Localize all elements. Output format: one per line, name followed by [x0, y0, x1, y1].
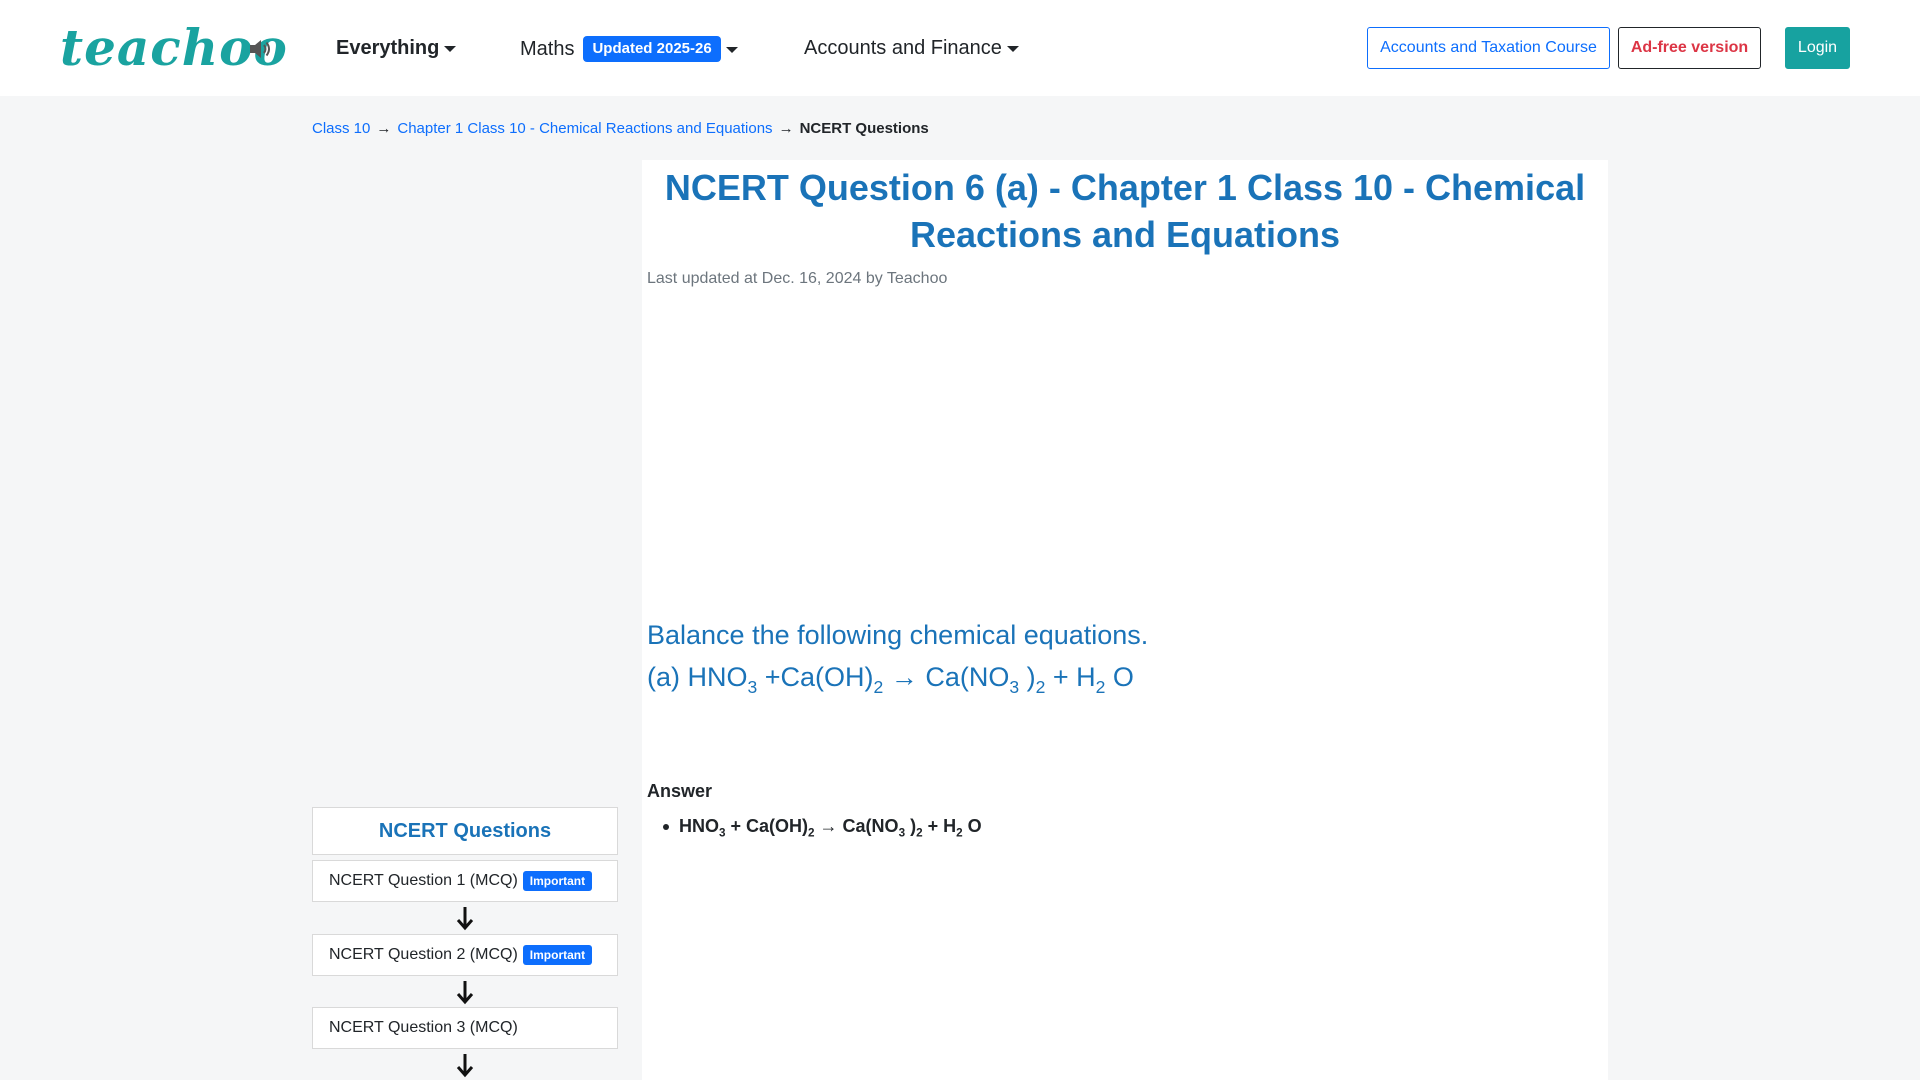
important-badge: Important: [522, 871, 593, 891]
accounts-course-button[interactable]: Accounts and Taxation Course: [1367, 27, 1610, 69]
nav-everything-label: Everything: [336, 37, 440, 59]
top-navbar: teachoo Everything Maths Updated 2025-26…: [0, 0, 1920, 96]
sidebar-heading[interactable]: NCERT Questions: [312, 807, 618, 855]
question-equation: (a) HNO3 +Ca(OH)2 → Ca(NO3 )2 + H2 O: [647, 662, 1134, 698]
nav-accounts-dropdown[interactable]: Accounts and Finance: [804, 36, 1019, 60]
sidebar-item-label: NCERT Question 3 (MCQ): [329, 1019, 518, 1036]
speaker-icon[interactable]: [248, 38, 272, 60]
breadcrumb-current: NCERT Questions: [799, 120, 929, 137]
sidebar-item-label: NCERT Question 2 (MCQ): [329, 946, 518, 963]
nav-everything-dropdown[interactable]: Everything: [336, 36, 457, 60]
sidebar-item-label: NCERT Question 1 (MCQ): [329, 872, 518, 889]
article-content: NCERT Question 6 (a) - Chapter 1 Class 1…: [642, 160, 1608, 1080]
nav-maths-dropdown[interactable]: Maths Updated 2025-26: [520, 36, 738, 62]
breadcrumb-separator: →: [778, 120, 794, 137]
breadcrumb-chapter-1[interactable]: Chapter 1 Class 10 - Chemical Reactions …: [397, 119, 772, 139]
question-text: Balance the following chemical equations…: [647, 614, 1148, 708]
nav-maths-label: Maths: [520, 38, 575, 60]
arrow-down-icon: [456, 1054, 474, 1078]
nav-accounts-label: Accounts and Finance: [804, 37, 1002, 59]
chevron-down-icon: [1006, 46, 1019, 52]
answer-equation: HNO3 + Ca(OH)2 → Ca(NO3 )2 + H2 O: [663, 814, 982, 846]
important-badge: Important: [522, 945, 593, 965]
breadcrumb-class-10[interactable]: Class 10: [312, 119, 370, 139]
last-updated-text: Last updated at Dec. 16, 2024 by Teachoo: [647, 270, 948, 287]
sidebar-item-question-2[interactable]: NCERT Question 2 (MCQ) Important: [312, 934, 618, 976]
arrow-down-icon: [456, 907, 474, 931]
updated-badge: Updated 2025-26: [583, 36, 721, 62]
chevron-down-icon: [444, 46, 457, 52]
sidebar-item-question-1[interactable]: NCERT Question 1 (MCQ) Important: [312, 860, 618, 902]
breadcrumb: Class 10 → Chapter 1 Class 10 - Chemical…: [312, 119, 929, 139]
sidebar-item-question-3[interactable]: NCERT Question 3 (MCQ): [312, 1007, 618, 1049]
answer-label: Answer: [647, 781, 713, 801]
ad-free-button[interactable]: Ad-free version: [1618, 27, 1761, 69]
arrow-down-icon: [456, 981, 474, 1005]
question-line: Balance the following chemical equations…: [647, 620, 1149, 650]
chevron-down-icon: [725, 47, 738, 53]
login-button[interactable]: Login: [1785, 27, 1850, 69]
page-title: NCERT Question 6 (a) - Chapter 1 Class 1…: [664, 167, 1586, 255]
breadcrumb-separator: →: [376, 120, 392, 137]
